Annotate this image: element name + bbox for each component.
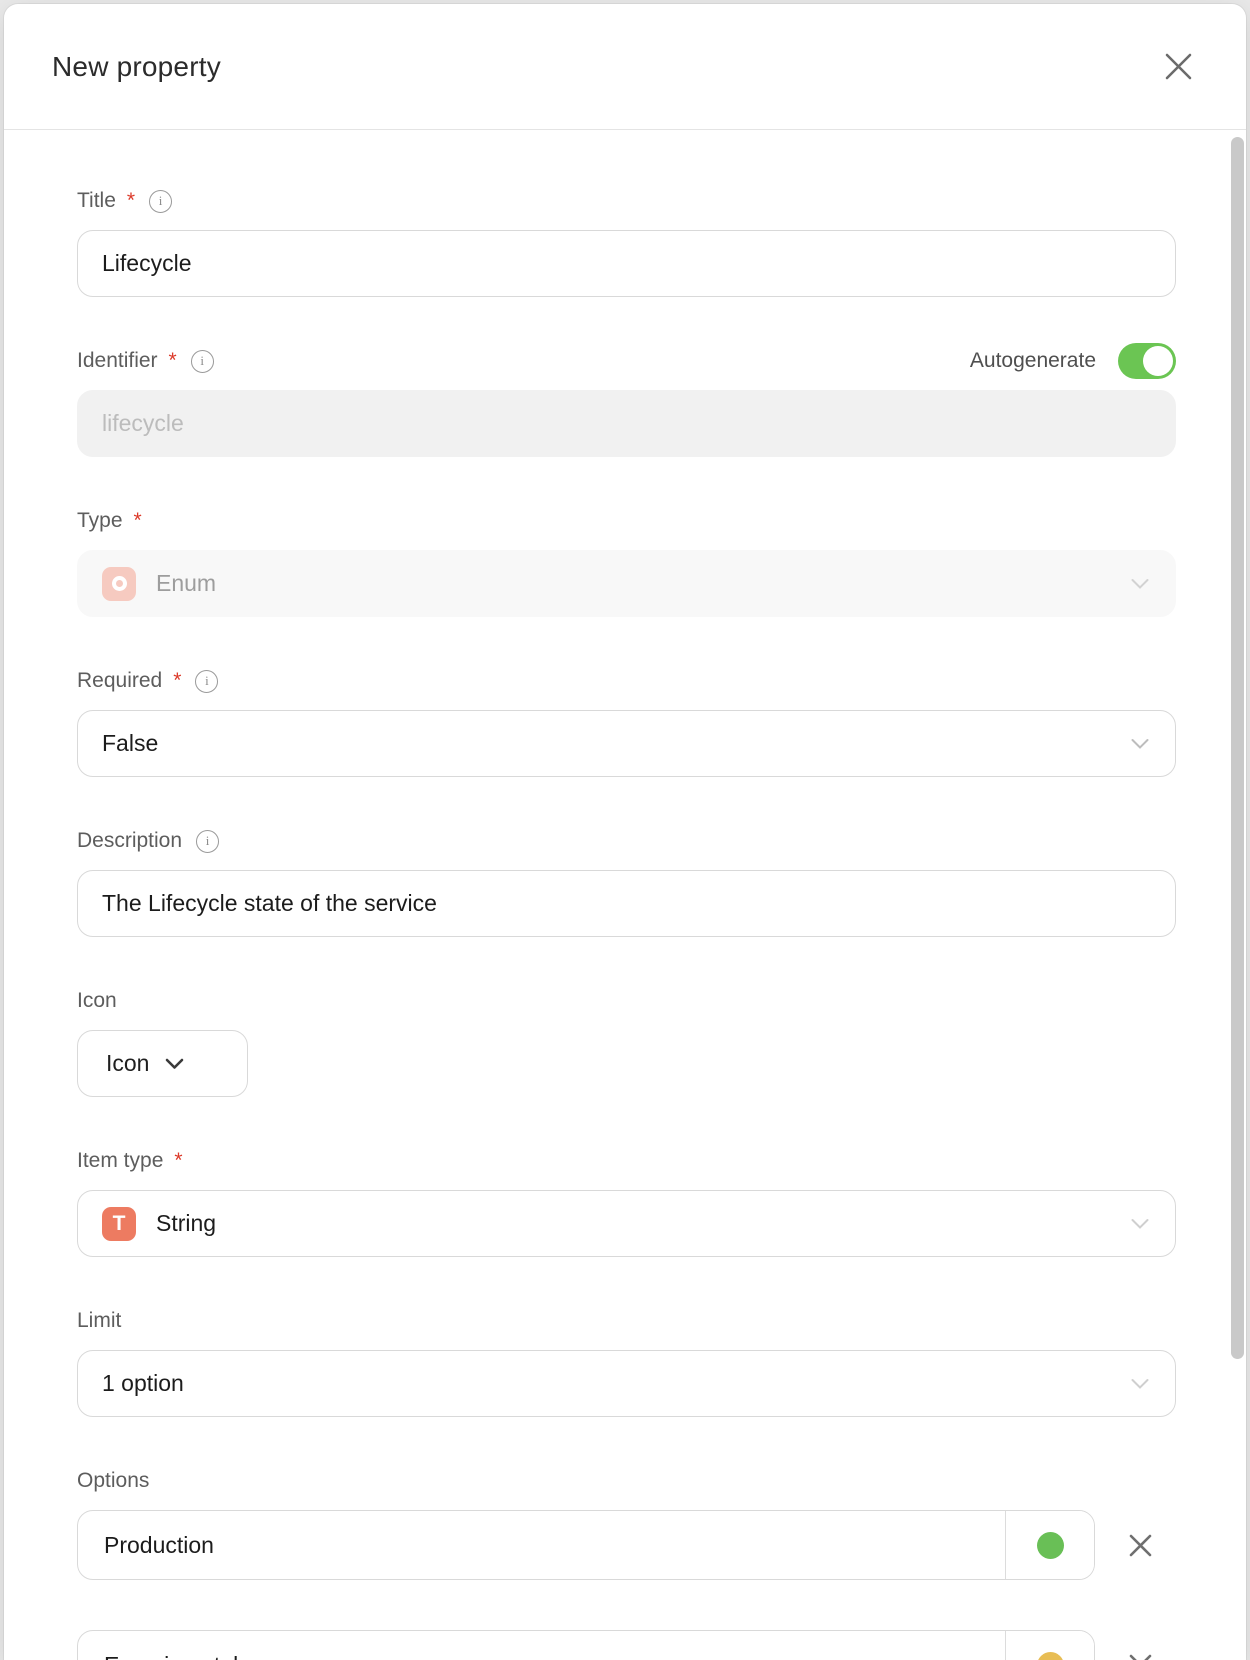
options-section: Options xyxy=(77,1467,1176,1660)
type-select: Enum xyxy=(77,550,1176,617)
option-row xyxy=(77,1630,1176,1660)
chevron-down-icon xyxy=(1131,578,1149,589)
identifier-section: Identifier * i Autogenerate xyxy=(77,347,1176,457)
options-label: Options xyxy=(77,1469,149,1493)
info-icon[interactable]: i xyxy=(191,350,214,373)
item-type-select[interactable]: T String xyxy=(77,1190,1176,1257)
info-icon[interactable]: i xyxy=(195,670,218,693)
remove-option-button[interactable] xyxy=(1125,1530,1156,1561)
required-select-value: False xyxy=(102,730,158,757)
remove-option-button[interactable] xyxy=(1125,1650,1156,1660)
chevron-down-icon xyxy=(1131,1378,1149,1389)
title-input[interactable] xyxy=(77,230,1176,297)
limit-section: Limit 1 option xyxy=(77,1307,1176,1417)
limit-select-value: 1 option xyxy=(102,1370,184,1397)
type-select-value: Enum xyxy=(156,570,216,597)
required-asterisk: * xyxy=(173,669,181,693)
icon-section: Icon Icon xyxy=(77,987,1176,1097)
toggle-knob xyxy=(1143,346,1173,376)
item-type-section: Item type * T String xyxy=(77,1147,1176,1257)
description-label: Description xyxy=(77,829,182,853)
limit-select[interactable]: 1 option xyxy=(77,1350,1176,1417)
info-icon[interactable]: i xyxy=(196,830,219,853)
type-label: Type xyxy=(77,509,123,533)
option-color-swatch[interactable] xyxy=(1005,1631,1094,1660)
autogenerate-label: Autogenerate xyxy=(970,349,1096,373)
required-asterisk: * xyxy=(174,1149,182,1173)
required-select[interactable]: False xyxy=(77,710,1176,777)
icon-label: Icon xyxy=(77,989,117,1013)
required-asterisk: * xyxy=(169,349,177,373)
item-type-select-value: String xyxy=(156,1210,216,1237)
description-input[interactable] xyxy=(77,870,1176,937)
modal-header: New property xyxy=(4,4,1246,130)
remove-icon xyxy=(1129,1654,1152,1660)
option-input[interactable] xyxy=(78,1631,1005,1660)
chevron-down-icon xyxy=(1131,738,1149,749)
required-section: Required * i False xyxy=(77,667,1176,777)
chevron-down-icon xyxy=(1131,1218,1149,1229)
close-button[interactable] xyxy=(1159,47,1198,86)
page-title: New property xyxy=(52,51,221,83)
string-type-icon: T xyxy=(102,1207,136,1241)
icon-picker-button[interactable]: Icon xyxy=(77,1030,248,1097)
item-type-label: Item type xyxy=(77,1149,163,1173)
info-icon[interactable]: i xyxy=(149,190,172,213)
modal-body: Title * i Identifier * i Autogenerate xyxy=(4,187,1246,1660)
title-label: Title xyxy=(77,189,116,213)
close-icon xyxy=(1165,53,1192,80)
identifier-label: Identifier xyxy=(77,349,158,373)
icon-picker-label: Icon xyxy=(106,1050,149,1077)
description-section: Description i xyxy=(77,827,1176,937)
type-section: Type * Enum xyxy=(77,507,1176,617)
option-color-swatch[interactable] xyxy=(1005,1511,1094,1579)
enum-type-icon xyxy=(102,567,136,601)
identifier-input xyxy=(77,390,1176,457)
color-dot-icon xyxy=(1037,1652,1064,1660)
title-section: Title * i xyxy=(77,187,1176,297)
option-input[interactable] xyxy=(78,1511,1005,1579)
limit-label: Limit xyxy=(77,1309,121,1333)
new-property-modal: New property Title * i Identifier * i xyxy=(4,4,1246,1660)
autogenerate-toggle[interactable] xyxy=(1118,343,1176,379)
required-asterisk: * xyxy=(134,509,142,533)
option-row xyxy=(77,1510,1176,1580)
remove-icon xyxy=(1129,1534,1152,1557)
required-label: Required xyxy=(77,669,162,693)
scrollbar-thumb[interactable] xyxy=(1231,137,1244,1359)
chevron-down-icon xyxy=(165,1058,184,1070)
color-dot-icon xyxy=(1037,1532,1064,1559)
required-asterisk: * xyxy=(127,189,135,213)
